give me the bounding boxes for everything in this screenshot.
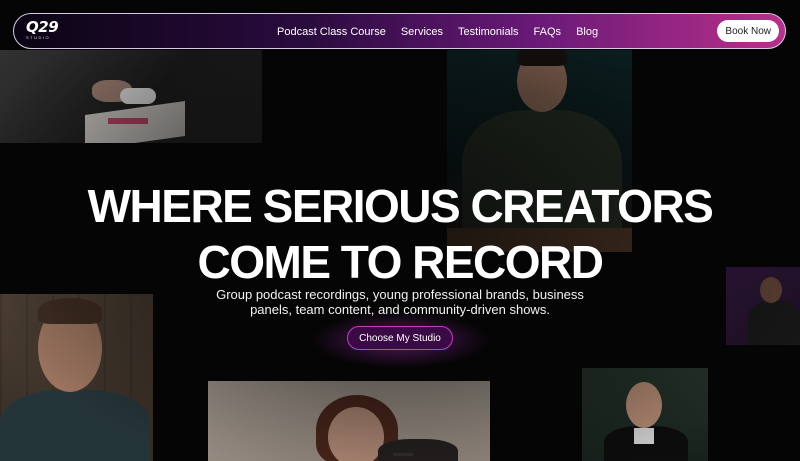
hero-title: WHERE SERIOUS CREATORS COME TO RECORD: [0, 178, 800, 290]
hero-title-line-2: COME TO RECORD: [197, 236, 604, 288]
nav-link-blog[interactable]: Blog: [576, 26, 598, 38]
nav-link-services[interactable]: Services: [401, 26, 443, 38]
book-now-button[interactable]: Book Now: [717, 20, 779, 42]
choose-my-studio-button[interactable]: Choose My Studio: [347, 326, 453, 350]
hero-title-line-1: WHERE SERIOUS CREATORS: [87, 180, 714, 232]
site-logo[interactable]: Q29 STUDIO: [26, 19, 72, 45]
logo-mark: Q29: [26, 18, 59, 36]
top-navbar: Q29 STUDIO Podcast Class Course Services…: [13, 13, 786, 49]
nav-link-faqs[interactable]: FAQs: [534, 26, 562, 38]
nav-links: Podcast Class Course Services Testimonia…: [277, 14, 598, 50]
nav-link-testimonials[interactable]: Testimonials: [458, 26, 519, 38]
scroll-indicator: [393, 453, 413, 456]
nav-link-podcast-class-course[interactable]: Podcast Class Course: [277, 26, 386, 38]
logo-subtext: STUDIO: [26, 35, 51, 40]
